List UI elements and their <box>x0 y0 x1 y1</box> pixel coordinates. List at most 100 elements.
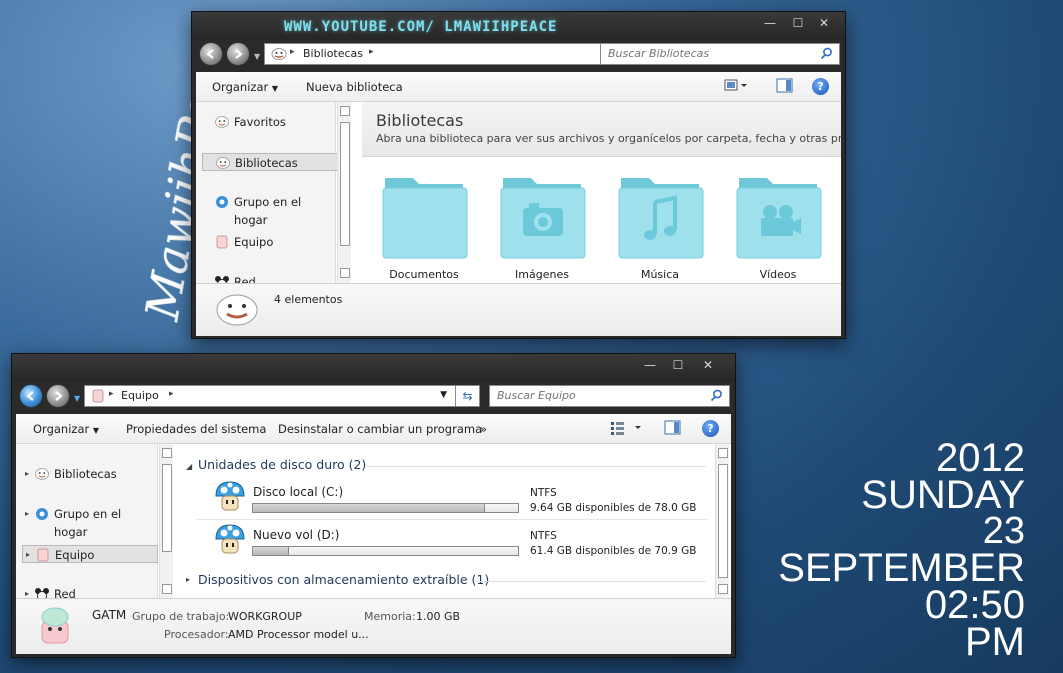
workgroup-value: WORKGROUP <box>228 610 302 623</box>
minimize-button[interactable]: — <box>757 14 783 32</box>
maximize-button[interactable]: ☐ <box>785 14 811 32</box>
recent-pages-dropdown[interactable]: ▼ <box>74 394 80 403</box>
title-bar[interactable]: WWW.YOUTUBE.COM/ LMAWIIHPEACE — ☐ ✕ <box>192 12 845 40</box>
scroll-down-button[interactable] <box>718 584 728 594</box>
nav-item-bibliotecas[interactable]: Bibliotecas <box>202 153 338 171</box>
scroll-up-button[interactable] <box>718 448 728 458</box>
help-button[interactable]: ? <box>812 78 829 95</box>
details-pane: GATM Grupo de trabajo: WORKGROUP Memoria… <box>16 598 731 654</box>
group-removable[interactable]: Dispositivos con almacenamiento extraíbl… <box>198 572 489 587</box>
breadcrumb-separator[interactable]: ▸ <box>290 47 295 57</box>
drive-c-name[interactable]: Disco local (C:) <box>253 485 343 499</box>
clock-time: 02:50 <box>924 582 1025 627</box>
title-bar[interactable]: — ☐ ✕ <box>12 354 735 382</box>
folder-documentos[interactable]: Documentos <box>376 172 472 281</box>
address-dropdown[interactable]: ▼ <box>440 390 447 400</box>
forward-arrow-icon <box>235 49 243 59</box>
search-input[interactable] <box>497 389 689 402</box>
drive-d-filesystem: NTFS <box>530 530 557 542</box>
drive-d-name[interactable]: Nuevo vol (D:) <box>253 528 339 542</box>
scroll-down-button[interactable] <box>340 268 350 278</box>
processor-value: AMD Processor model u... <box>228 628 369 641</box>
folder-videos[interactable]: Vídeos <box>730 172 826 281</box>
back-button[interactable] <box>199 42 223 66</box>
organize-menu[interactable]: Organizar ▼ <box>33 422 99 436</box>
nav-item-grupo-hogar[interactable]: ▸ Grupo en el hogar <box>22 505 158 539</box>
close-button[interactable]: ✕ <box>811 14 837 32</box>
minimize-button[interactable]: — <box>637 356 663 374</box>
expand-arrow-icon[interactable]: ▸ <box>186 575 190 584</box>
nav-item-bibliotecas[interactable]: ▸ Bibliotecas <box>22 465 154 483</box>
window-title: WWW.YOUTUBE.COM/ LMAWIIHPEACE <box>284 19 558 35</box>
forward-button[interactable] <box>226 42 250 66</box>
scroll-thumb[interactable] <box>162 464 172 552</box>
computer-icon <box>216 235 228 249</box>
collapse-arrow-icon[interactable]: ◢ <box>186 462 192 471</box>
system-properties-button[interactable]: Propiedades del sistema <box>126 422 266 436</box>
computer-name: GATM <box>92 608 127 622</box>
navigation-scrollbar[interactable] <box>159 444 173 598</box>
nav-item-label: Equipo <box>234 235 274 249</box>
nav-item-label: Equipo <box>55 548 95 562</box>
group-divider <box>476 581 706 582</box>
close-button[interactable]: ✕ <box>695 356 721 374</box>
view-options-icon[interactable] <box>610 420 642 436</box>
back-button[interactable] <box>19 384 43 408</box>
uninstall-program-button[interactable]: Desinstalar o cambiar un programa <box>278 422 482 436</box>
content-scrollbar[interactable] <box>715 444 729 598</box>
search-icon[interactable] <box>820 47 833 60</box>
library-header: Bibliotecas Abra una biblioteca para ver… <box>362 102 852 157</box>
scroll-thumb[interactable] <box>340 122 350 246</box>
address-row: ▼ ▸ Bibliotecas ▸ ▼ ⇆ <box>192 40 845 70</box>
navigation-scrollbar[interactable] <box>337 102 351 284</box>
nav-item-label: Red <box>54 587 76 598</box>
clock-month: SEPTEMBER <box>778 545 1025 590</box>
scroll-up-button[interactable] <box>162 448 172 458</box>
folder-musica[interactable]: Música <box>612 172 708 281</box>
search-icon[interactable] <box>710 389 723 402</box>
address-bar[interactable]: ▸ Equipo ▸ ▼ <box>84 385 456 407</box>
drive-c-usage-fill <box>253 504 486 512</box>
more-commands-button[interactable]: » <box>480 422 487 436</box>
preview-pane-icon[interactable] <box>664 420 682 436</box>
memory-value: 1.00 GB <box>416 610 461 623</box>
organize-menu[interactable]: Organizar ▼ <box>212 80 278 94</box>
group-divider <box>366 466 706 467</box>
nav-item-grupo-hogar[interactable]: Grupo en el hogar <box>202 193 338 227</box>
breadcrumb-item[interactable]: Bibliotecas <box>303 47 363 60</box>
expand-arrow-icon[interactable]: ▸ <box>25 465 29 483</box>
nav-item-favoritos[interactable]: Favoritos <box>202 113 332 131</box>
library-icon <box>35 468 49 480</box>
help-button[interactable]: ? <box>702 420 719 437</box>
breadcrumb-separator[interactable]: ▸ <box>369 47 374 57</box>
preview-pane-icon[interactable] <box>776 78 794 94</box>
forward-button[interactable] <box>46 384 70 408</box>
breadcrumb-separator[interactable]: ▸ <box>169 389 174 399</box>
computer-icon <box>37 548 49 562</box>
nav-item-equipo[interactable]: ▸ Equipo <box>22 545 158 563</box>
breadcrumb-separator[interactable]: ▸ <box>109 389 114 399</box>
organize-label: Organizar <box>33 422 90 436</box>
new-library-button[interactable]: Nueva biblioteca <box>306 80 403 94</box>
group-hard-drives[interactable]: Unidades de disco duro (2) <box>198 457 366 472</box>
search-box <box>600 43 840 65</box>
maximize-button[interactable]: ☐ <box>665 356 691 374</box>
music-folder-icon <box>618 178 704 259</box>
expand-arrow-icon[interactable]: ▸ <box>26 546 30 564</box>
nav-item-label: Favoritos <box>234 115 286 129</box>
refresh-button[interactable]: ⇆ <box>456 385 480 407</box>
navigation-pane: ▸ Bibliotecas ▸ Grupo en el hogar ▸ Equi… <box>16 444 158 598</box>
view-options-icon[interactable] <box>724 78 748 94</box>
breadcrumb-item[interactable]: Equipo <box>121 389 159 402</box>
scroll-down-button[interactable] <box>162 584 172 594</box>
search-input[interactable] <box>608 47 799 60</box>
expand-arrow-icon[interactable]: ▸ <box>25 505 29 523</box>
homegroup-icon <box>36 508 48 520</box>
recent-pages-dropdown[interactable]: ▼ <box>254 52 260 61</box>
scroll-thumb[interactable] <box>718 464 728 578</box>
scroll-up-button[interactable] <box>340 106 350 116</box>
expand-arrow-icon[interactable]: ▸ <box>25 585 29 598</box>
nav-item-red[interactable]: ▸ Red <box>22 585 154 598</box>
folder-imagenes[interactable]: Imágenes <box>494 172 590 281</box>
nav-item-equipo[interactable]: Equipo <box>202 233 332 251</box>
